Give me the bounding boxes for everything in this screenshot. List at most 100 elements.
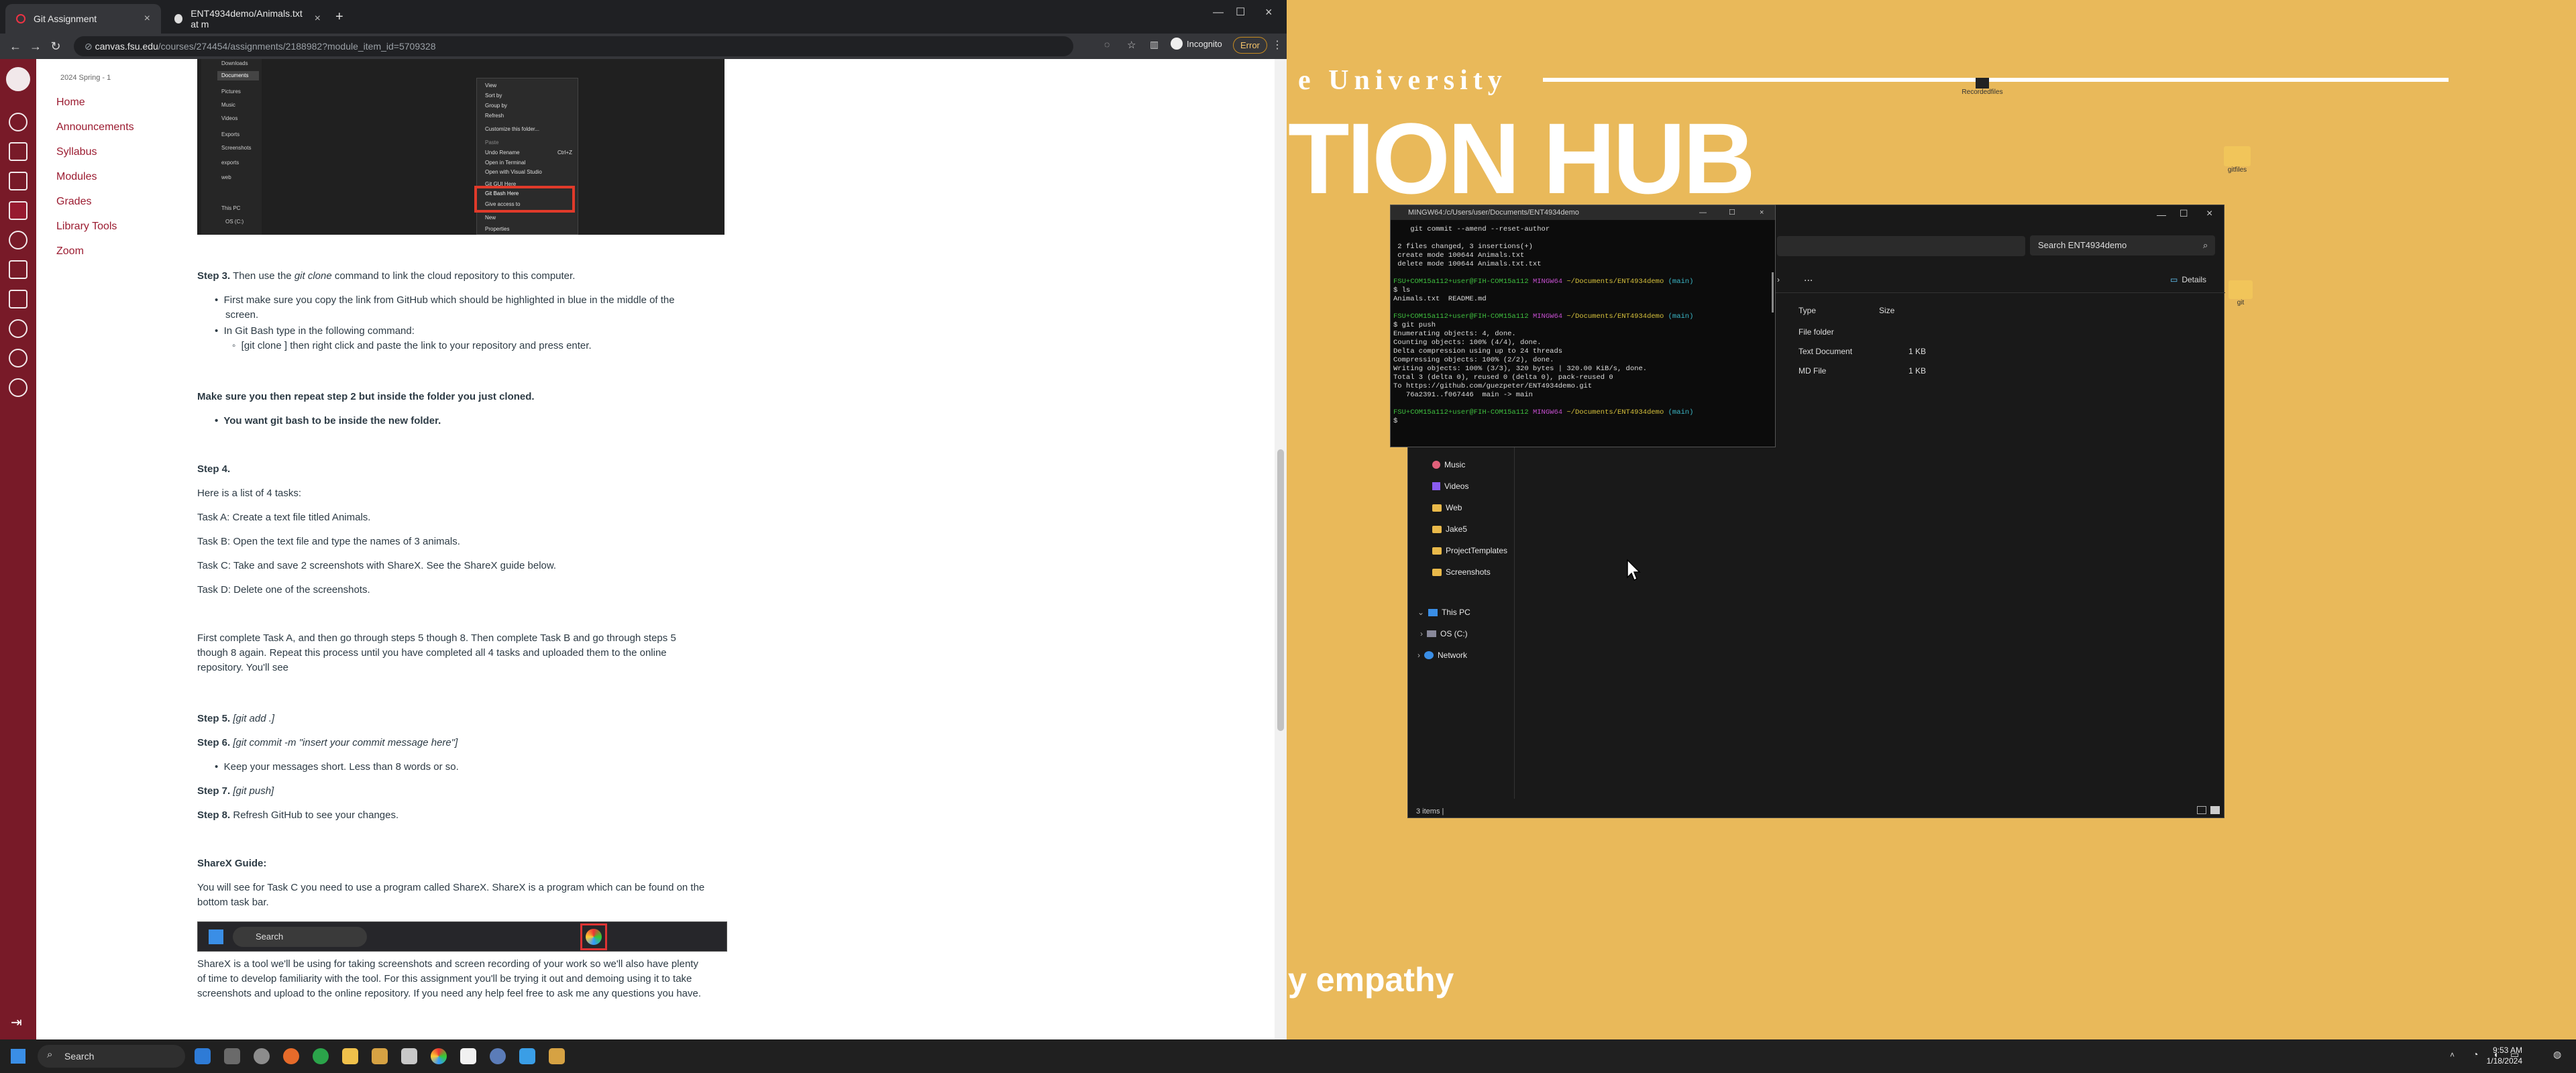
nav-grades[interactable]: Grades [56, 196, 91, 208]
terminal-scrollbar[interactable] [1772, 272, 1774, 313]
git-bash-icon[interactable] [372, 1048, 388, 1064]
task-view-icon[interactable] [224, 1048, 240, 1064]
minimize-button[interactable]: — [2157, 209, 2166, 220]
firefox-icon[interactable] [283, 1048, 299, 1064]
address-field[interactable] [1777, 236, 2025, 256]
close-window-button[interactable]: × [1760, 205, 1764, 220]
maximize-button[interactable]: ☐ [1729, 205, 1735, 220]
close-icon[interactable]: × [144, 13, 150, 25]
column-type[interactable]: Type [1799, 306, 1816, 315]
taskbar-clock[interactable]: 9:53 AM 1/18/2024 [2487, 1045, 2522, 1066]
git-bash-icon[interactable] [549, 1048, 565, 1064]
start-button[interactable] [11, 1049, 25, 1064]
incognito-indicator[interactable]: Incognito [1171, 38, 1222, 50]
studio-icon[interactable] [9, 349, 28, 368]
app-icon[interactable] [401, 1048, 417, 1064]
desktop-icon-git[interactable]: git [2227, 280, 2254, 321]
scrollbar-thumb[interactable] [1277, 449, 1284, 731]
sidebar-item-this-pc[interactable]: ⌄ This PC [1417, 608, 1470, 617]
fsu-logo[interactable] [6, 67, 30, 91]
menu-icon[interactable]: ⋮ [1272, 38, 1283, 52]
groups-icon[interactable] [9, 231, 28, 249]
close-icon[interactable]: × [315, 13, 321, 25]
sidebar-label: This PC [1442, 608, 1470, 617]
notification-bell-icon[interactable]: ◍ [2553, 1049, 2561, 1060]
file-explorer-icon[interactable] [342, 1048, 358, 1064]
row-type[interactable]: Text Document [1799, 347, 1852, 356]
app-icon[interactable] [519, 1048, 535, 1064]
chrome-icon[interactable] [313, 1048, 329, 1064]
course-nav: 2024 Spring - 1 Home Announcements Sylla… [36, 59, 197, 1039]
forward-icon[interactable]: → [25, 40, 46, 54]
terminal-title-bar[interactable]: MINGW64:/c/Users/user/Documents/ENT4934d… [1391, 205, 1775, 220]
row-type[interactable]: MD File [1799, 366, 1826, 376]
terminal-line: Writing objects: 100% (3/3), 320 bytes |… [1393, 365, 1648, 373]
sidebar-item-jake5[interactable]: Jake5 [1432, 524, 1467, 534]
sidebar-icon[interactable]: ▥ [1150, 39, 1159, 50]
copilot-icon[interactable] [195, 1048, 211, 1064]
task-a: Task A: Create a text file titled Animal… [197, 512, 371, 523]
desktop-icon-recordings[interactable]: Recordedfiles [1962, 78, 2003, 105]
nav-modules[interactable]: Modules [56, 171, 97, 183]
details-button[interactable]: ▭ Details [2170, 275, 2206, 284]
back-icon[interactable]: ← [5, 40, 25, 54]
sidebar-item-videos[interactable]: Videos [1432, 482, 1468, 491]
minimize-button[interactable]: — [1213, 7, 1224, 19]
explorer-search-input[interactable]: Search ENT4934demo [2030, 235, 2215, 256]
chevron-right-icon[interactable]: › [1777, 275, 1780, 284]
nav-syllabus[interactable]: Syllabus [56, 146, 97, 158]
sidebar-item-os-c[interactable]: › OS (C:) [1420, 629, 1468, 638]
tiles-view-icon[interactable] [2210, 806, 2220, 814]
account-icon[interactable] [9, 113, 28, 131]
calendar-icon[interactable] [9, 260, 28, 279]
new-tab-button[interactable]: + [335, 9, 343, 25]
terminal-output[interactable]: git commit --amend --reset-author 2 file… [1391, 220, 1775, 431]
dashboard-icon[interactable] [9, 172, 28, 190]
help-icon[interactable] [9, 378, 28, 397]
settings-icon[interactable] [254, 1048, 270, 1064]
taskbar-search[interactable]: Search [38, 1045, 185, 1068]
sidebar-item-projecttemplates[interactable]: ProjectTemplates [1432, 546, 1507, 555]
star-icon[interactable]: ☆ [1127, 39, 1136, 51]
git-bash-terminal-window[interactable]: MINGW64:/c/Users/user/Documents/ENT4934d… [1390, 205, 1776, 447]
nav-announcements[interactable]: Announcements [56, 121, 134, 133]
column-size[interactable]: Size [1879, 306, 1894, 315]
reload-icon[interactable]: ↻ [46, 40, 66, 54]
eye-off-icon[interactable]: ◌ [1104, 39, 1110, 50]
tab-git-assignment[interactable]: Git Assignment × [5, 4, 161, 34]
sidebar-item-music[interactable]: Music [1432, 460, 1465, 469]
app-icon[interactable] [490, 1048, 506, 1064]
admin-icon[interactable] [9, 142, 28, 161]
error-button[interactable]: Error [1233, 37, 1267, 54]
nav-library-tools[interactable]: Library Tools [56, 221, 117, 233]
terminal-line: 2 files changed, 3 insertions(+) [1393, 243, 1533, 251]
sidebar-item-web[interactable]: Web [1432, 503, 1462, 512]
courses-icon[interactable] [9, 201, 28, 220]
windows-logo-icon [209, 929, 223, 944]
bullet-text-cont: screen. [225, 309, 259, 321]
maximize-button[interactable]: ☐ [2180, 208, 2188, 219]
nav-zoom[interactable]: Zoom [56, 245, 84, 258]
minimize-button[interactable]: — [1699, 205, 1707, 220]
more-options-button[interactable]: ... [1804, 272, 1813, 284]
details-view-icon[interactable] [2197, 806, 2206, 814]
app-icon[interactable] [460, 1048, 476, 1064]
inbox-icon[interactable] [9, 290, 28, 308]
close-window-button[interactable]: × [2206, 208, 2212, 220]
nav-home[interactable]: Home [56, 97, 85, 109]
tab-github[interactable]: ENT4934demo/Animals.txt at m × [164, 4, 331, 34]
collapse-nav-icon[interactable]: ⇥ [11, 1014, 22, 1031]
chevron-up-icon[interactable]: ˄ [2450, 1050, 2455, 1060]
desktop-icon-gitfiles[interactable]: gitfiles [2220, 146, 2254, 186]
step5-label: Step 5. [197, 713, 231, 724]
close-window-button[interactable]: × [1265, 5, 1273, 19]
sidebar-item-network[interactable]: › Network [1417, 651, 1467, 660]
history-icon[interactable] [9, 319, 28, 338]
folder-icon [1432, 504, 1442, 512]
address-bar[interactable]: ⊘ canvas.fsu.edu/courses/274454/assignme… [74, 36, 1073, 56]
wifi-icon[interactable]: ◔ [2473, 1049, 2478, 1060]
row-type[interactable]: File folder [1799, 327, 1834, 337]
maximize-button[interactable]: ☐ [1236, 5, 1245, 19]
sharex-icon[interactable] [431, 1048, 447, 1064]
sidebar-item-screenshots[interactable]: Screenshots [1432, 567, 1491, 577]
